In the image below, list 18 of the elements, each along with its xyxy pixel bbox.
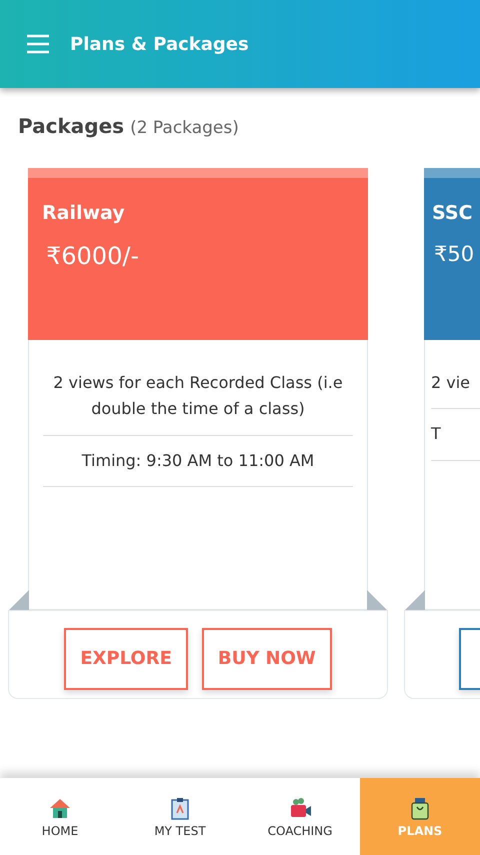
menu-icon[interactable] <box>26 34 50 54</box>
package-price: ₹50 <box>433 242 476 266</box>
package-price: ₹6000/- <box>45 242 140 270</box>
nav-tab[interactable]: COACHING <box>240 778 360 855</box>
fold-corner <box>405 590 425 610</box>
fold-corner <box>367 590 387 610</box>
nav-tab[interactable]: MY TEST <box>120 778 240 855</box>
package-feature: 2 vie <box>431 358 480 410</box>
package-name: Railway <box>42 202 126 224</box>
fold-corner <box>9 590 29 610</box>
screen-title: Plans & Packages <box>70 34 249 54</box>
nav-tab[interactable]: HOME <box>0 778 120 855</box>
package-feature: T <box>431 409 480 461</box>
section-title: Packages <box>18 114 124 138</box>
package-name: SSC <box>432 202 474 224</box>
package-count: (2 Packages) <box>130 118 239 138</box>
package-feature: Timing: 9:30 AM to 11:00 AM <box>43 436 353 488</box>
package-feature: 2 views for each Recorded Class (i.e double the time of a class) <box>43 358 353 436</box>
